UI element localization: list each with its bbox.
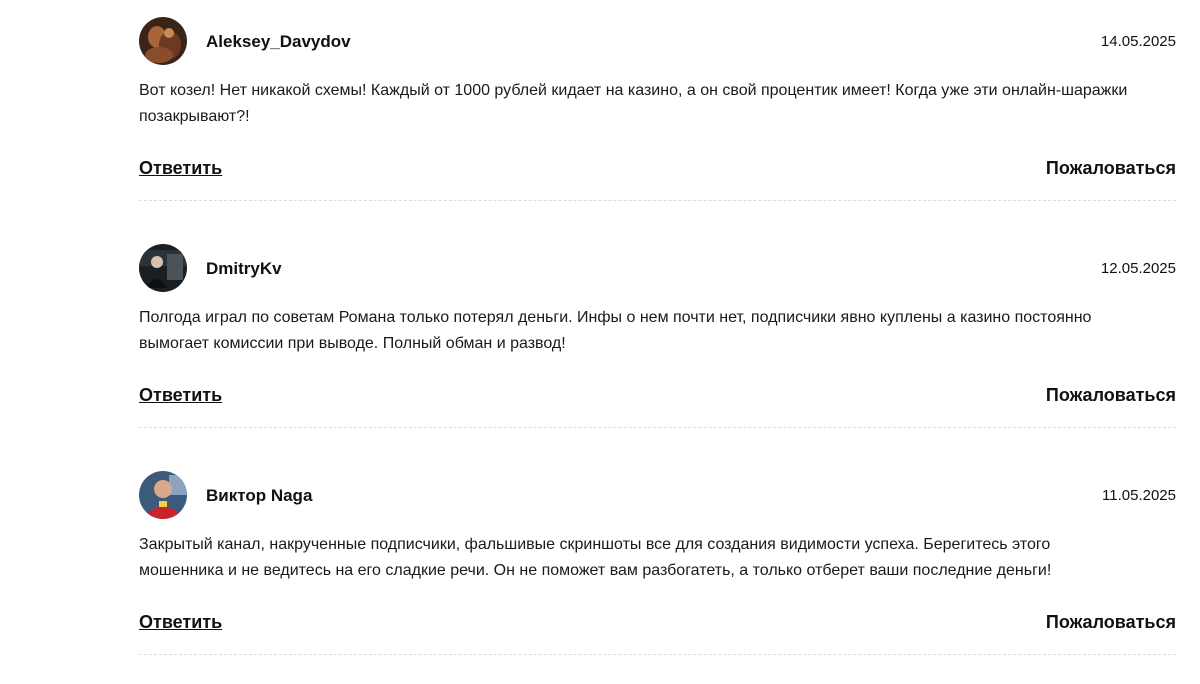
report-link[interactable]: Пожаловаться (1046, 158, 1176, 179)
avatar[interactable] (139, 17, 187, 65)
comment-divider (139, 654, 1176, 655)
comment-divider (139, 427, 1176, 428)
comment-header: Виктор Naga 11.05.2025 (139, 471, 1176, 521)
comment-divider (139, 200, 1176, 201)
comment-text: Полгода играл по советам Романа только п… (139, 309, 1092, 352)
comment-date: 12.05.2025 (1100, 260, 1176, 277)
comment-actions: Ответить Пожаловаться (139, 385, 1176, 413)
comment-item: Aleksey_Davydov 14.05.2025 Вот козел! Не… (139, 0, 1176, 227)
comment-date: 11.05.2025 (1102, 487, 1176, 504)
comment-text: Закрытый канал, накрученные подписчики, … (139, 536, 1052, 579)
comment-item: DmitryKv 12.05.2025 Полгода играл по сов… (139, 227, 1176, 454)
avatar[interactable] (139, 471, 187, 519)
report-link[interactable]: Пожаловаться (1046, 612, 1176, 633)
comment-author: Виктор Naga (206, 486, 313, 505)
reply-link[interactable]: Ответить (139, 612, 222, 633)
comment-author: DmitryKv (206, 259, 282, 278)
comment-text: Вот козел! Нет никакой схемы! Каждый от … (139, 82, 1128, 125)
comment-item: Виктор Naga 11.05.2025 Закрытый канал, н… (139, 454, 1176, 681)
avatar[interactable] (139, 244, 187, 292)
reply-link[interactable]: Ответить (139, 158, 222, 179)
report-link[interactable]: Пожаловаться (1046, 385, 1176, 406)
reply-link[interactable]: Ответить (139, 385, 222, 406)
comment-date: 14.05.2025 (1100, 33, 1176, 50)
comment-actions: Ответить Пожаловаться (139, 612, 1176, 640)
comment-header: Aleksey_Davydov 14.05.2025 (139, 17, 1176, 67)
comment-actions: Ответить Пожаловаться (139, 158, 1176, 186)
comment-author: Aleksey_Davydov (206, 32, 351, 51)
comment-list: Aleksey_Davydov 14.05.2025 Вот козел! Не… (139, 0, 1176, 681)
comment-header: DmitryKv 12.05.2025 (139, 244, 1176, 294)
